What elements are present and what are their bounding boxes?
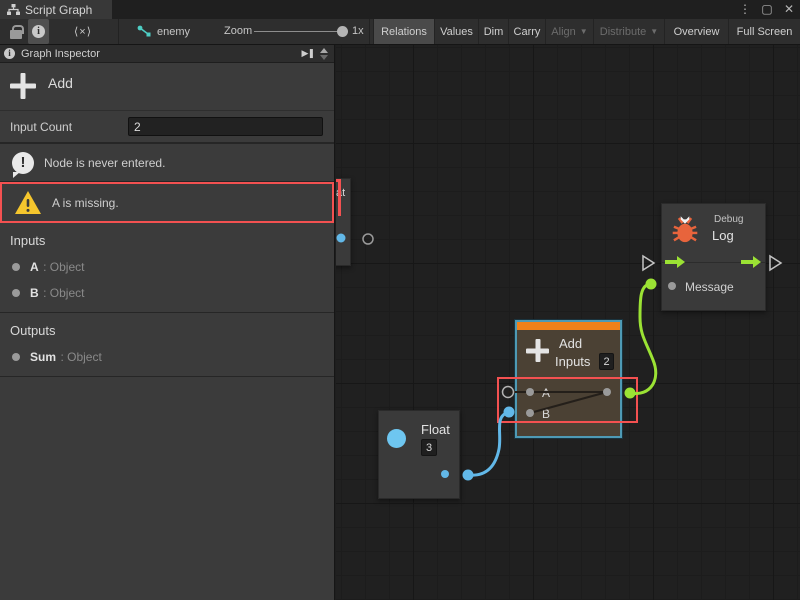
empty-port-circle [363, 234, 373, 244]
port-row-a: A : Object [0, 254, 334, 280]
warning-message-text: A is missing. [52, 196, 119, 210]
bug-icon [670, 212, 700, 244]
port-type: : Object [43, 260, 84, 274]
input-count-row: Input Count [0, 111, 334, 144]
add-node-icon [526, 339, 549, 362]
dim-button[interactable]: Dim [478, 19, 508, 44]
panel-title: Graph Inspector [21, 48, 296, 60]
down-arrow-icon [320, 55, 328, 60]
align-dropdown[interactable]: Align▼ [545, 19, 593, 44]
debug-node-title: Log [712, 228, 734, 243]
warning-icon [14, 190, 42, 215]
window-menu-icon[interactable]: ⋮ [738, 0, 752, 19]
info-message: ! Node is never entered. [0, 144, 334, 182]
debug-wire-end-dot [646, 279, 657, 290]
port-type: : Object [43, 286, 84, 300]
script-graph-icon [7, 4, 20, 16]
graph-canvas[interactable]: at Float 3 Add Inputs 2 A B [336, 45, 800, 600]
add-node-header [517, 322, 620, 330]
port-row-sum: Sum : Object [0, 344, 334, 370]
graph-inspector-header: i Graph Inspector ▶❚ [0, 45, 334, 63]
input-count-label: Input Count [10, 120, 72, 134]
chevron-down-icon: ▼ [580, 27, 588, 36]
warning-highlight-partial [336, 179, 341, 216]
graph-toolbar: i ⟨×⟩ enemy Zoom 1x Relations Values Dim… [0, 19, 800, 45]
float-value-field[interactable]: 3 [421, 439, 437, 456]
node-divider [662, 262, 765, 263]
tab-label: Script Graph [25, 3, 92, 17]
float-value-icon [387, 429, 406, 448]
toolbar-buttons: Relations Values Dim Carry Align▼ Distri… [373, 19, 800, 44]
code-view-button[interactable]: ⟨×⟩ [74, 19, 92, 44]
outputs-section: Outputs Sum : Object [0, 313, 334, 377]
speech-bubble-icon: ! [12, 152, 34, 174]
relations-button[interactable]: Relations [373, 19, 434, 44]
info-icon: i [32, 25, 45, 38]
tab-script-graph[interactable]: Script Graph [0, 0, 112, 19]
port-name: A [30, 260, 39, 274]
lock-button[interactable] [10, 19, 22, 44]
debug-log-node[interactable]: Debug Log Message [661, 203, 766, 311]
chevron-down-icon: ▼ [650, 27, 658, 36]
zoom-label: Zoom [224, 25, 252, 37]
info-message-text: Node is never entered. [44, 156, 165, 170]
maximize-icon[interactable]: ▢ [760, 0, 774, 19]
values-button[interactable]: Values [434, 19, 478, 44]
selected-node-summary: Add [0, 63, 334, 111]
warning-message: A is missing. [0, 182, 334, 223]
distribute-dropdown[interactable]: Distribute▼ [593, 19, 664, 44]
scroll-spinner[interactable] [320, 48, 330, 60]
window-controls: ⋮ ▢ ✕ [738, 0, 796, 19]
graph-name: enemy [157, 26, 190, 38]
flow-port-triangle-left [643, 256, 654, 270]
dock-icon[interactable]: ▶❚ [302, 48, 314, 59]
add-node-subtitle: Inputs [555, 354, 590, 369]
carry-button[interactable]: Carry [508, 19, 545, 44]
overview-button[interactable]: Overview [664, 19, 728, 44]
selected-node-title: Add [48, 75, 73, 91]
unity-script-graph-window: Script Graph ⋮ ▢ ✕ i ⟨×⟩ enemy Zoom 1x [0, 0, 800, 600]
port-row-b: B : Object [0, 280, 334, 306]
zoom-slider-track[interactable] [254, 31, 342, 32]
tab-bar: Script Graph ⋮ ▢ ✕ [0, 0, 800, 19]
port-name: Sum [30, 350, 56, 364]
port-dot-icon [12, 353, 20, 361]
outputs-section-title: Outputs [0, 313, 334, 344]
zoom-value: 1x [352, 25, 364, 37]
port-type: : Object [60, 350, 101, 364]
toolbar-separator [118, 19, 119, 44]
port-dot-icon [12, 263, 20, 271]
add-node-icon [10, 73, 36, 99]
inspector-toggle-button[interactable]: i [28, 19, 49, 44]
toolbar-separator [369, 19, 370, 44]
port-dot-icon [12, 289, 20, 297]
zoom-slider-knob[interactable] [337, 26, 348, 37]
up-arrow-icon [320, 48, 328, 53]
code-icon: ⟨×⟩ [74, 25, 92, 38]
lock-icon [10, 30, 22, 39]
float-node[interactable]: Float 3 [378, 410, 460, 499]
warning-highlight-ports [497, 377, 638, 423]
port-name: B [30, 286, 39, 300]
flow-port-triangle-right [770, 256, 781, 270]
wire-start-dot [463, 470, 474, 481]
graph-inspector-panel: i Graph Inspector ▶❚ Add Input Count ! N… [0, 45, 335, 600]
add-inputs-count-badge: 2 [599, 353, 614, 370]
graph-breadcrumb[interactable]: enemy [137, 19, 190, 44]
inputs-section-title: Inputs [0, 223, 334, 254]
message-port-label: Message [685, 280, 734, 294]
inputs-section: Inputs A : Object B : Object [0, 223, 334, 313]
graph-asset-icon [137, 25, 151, 38]
fullscreen-button[interactable]: Full Screen [728, 19, 800, 44]
add-node-title: Add [559, 336, 582, 351]
debug-node-category: Debug [714, 214, 743, 225]
float-node-title: Float [421, 422, 450, 437]
close-icon[interactable]: ✕ [782, 0, 796, 19]
input-count-field[interactable] [128, 117, 323, 136]
panel-empty-area [0, 377, 334, 600]
info-icon: i [4, 48, 15, 59]
